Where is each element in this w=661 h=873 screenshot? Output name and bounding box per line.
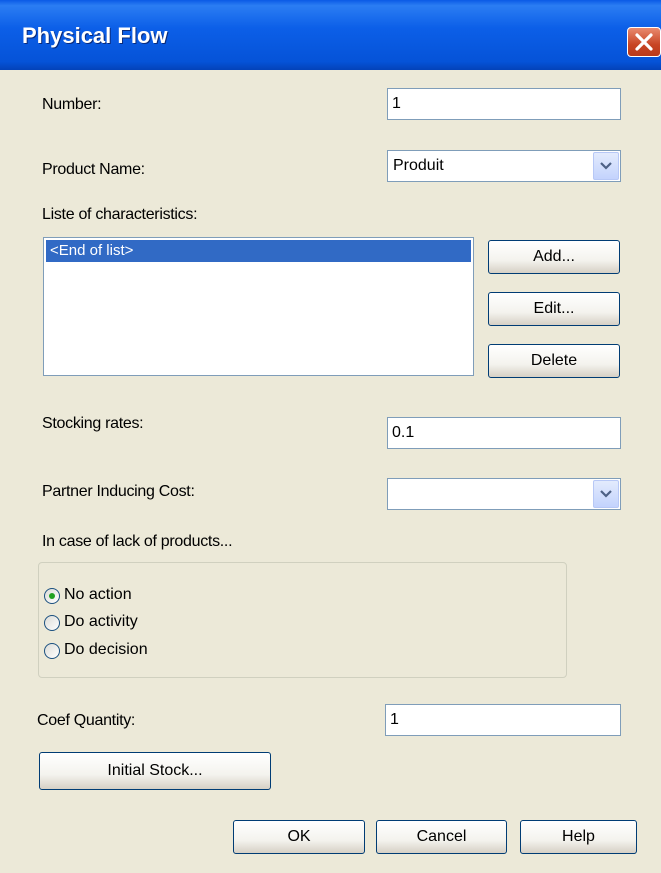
radio-label: Do activity xyxy=(64,613,138,630)
lack-of-products-label: In case of lack of products... xyxy=(42,533,233,550)
close-icon xyxy=(635,33,653,51)
product-name-combo[interactable]: Produit xyxy=(387,150,621,182)
chevron-down-icon xyxy=(600,490,612,498)
dialog-body: Number: Product Name: Produit Liste of c… xyxy=(0,70,661,873)
close-button[interactable] xyxy=(627,27,661,57)
physical-flow-dialog: Physical Flow Number: Product Name: Prod… xyxy=(0,0,661,873)
add-button[interactable]: Add... xyxy=(488,240,620,274)
number-label: Number: xyxy=(42,96,102,113)
number-field[interactable] xyxy=(387,88,621,120)
product-name-value: Produit xyxy=(393,157,444,174)
delete-button[interactable]: Delete xyxy=(488,344,620,378)
stocking-rates-field[interactable] xyxy=(387,417,621,449)
list-item[interactable]: <End of list> xyxy=(46,240,471,262)
partner-inducing-cost-combo[interactable] xyxy=(387,478,621,510)
partner-dropdown-button[interactable] xyxy=(593,480,619,508)
edit-button[interactable]: Edit... xyxy=(488,292,620,326)
product-name-dropdown-button[interactable] xyxy=(593,152,619,180)
dialog-title: Physical Flow xyxy=(22,23,168,48)
product-name-label: Product Name: xyxy=(42,161,145,178)
chevron-down-icon xyxy=(600,162,612,170)
stocking-rates-label: Stocking rates: xyxy=(42,415,144,432)
radio-label: No action xyxy=(64,586,132,603)
radio-button[interactable] xyxy=(44,643,60,659)
coef-quantity-field[interactable] xyxy=(385,704,621,736)
initial-stock-button[interactable]: Initial Stock... xyxy=(39,752,271,790)
coef-quantity-label: Coef Quantity: xyxy=(37,712,136,729)
radio-button[interactable] xyxy=(44,588,60,604)
partner-inducing-cost-label: Partner Inducing Cost: xyxy=(42,483,195,500)
radio-button[interactable] xyxy=(44,615,60,631)
help-button[interactable]: Help xyxy=(520,820,637,854)
characteristics-label: Liste of characteristics: xyxy=(42,206,198,223)
ok-button[interactable]: OK xyxy=(233,820,365,854)
title-bar[interactable]: Physical Flow xyxy=(0,0,661,70)
cancel-button[interactable]: Cancel xyxy=(376,820,507,854)
characteristics-listbox[interactable]: <End of list> xyxy=(43,237,474,376)
radio-label: Do decision xyxy=(64,641,148,658)
